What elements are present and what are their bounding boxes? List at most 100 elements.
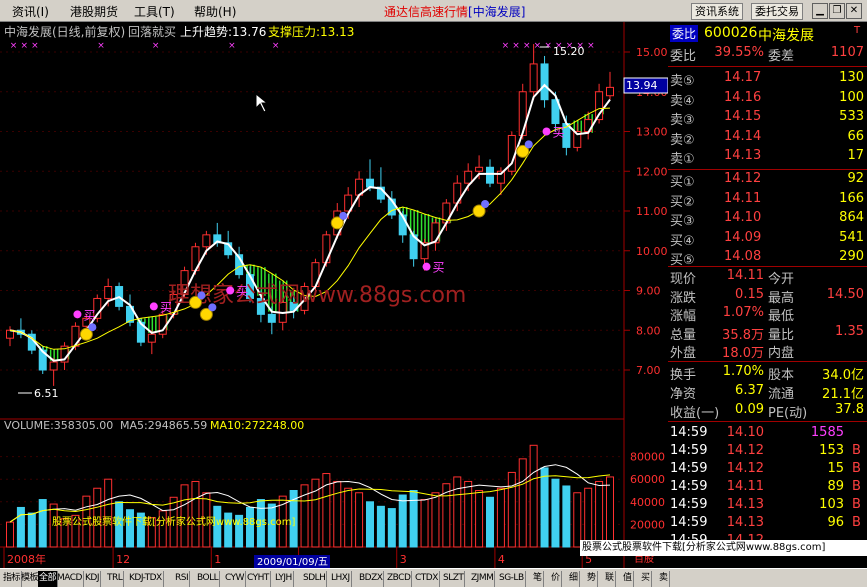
- bid-label: 买③: [670, 214, 695, 229]
- indicator-tab[interactable]: 全部: [38, 571, 59, 587]
- volume-bar: [27, 512, 36, 548]
- indicator-tab[interactable]: 笔: [532, 571, 544, 587]
- indicator-tab[interactable]: KDJ: [84, 571, 101, 587]
- volume-bar: [518, 458, 527, 548]
- bid-volume: 864: [839, 210, 864, 225]
- cursor-date: 2009/01/09/五: [257, 557, 328, 568]
- indicator-tab[interactable]: 值: [622, 571, 634, 587]
- price-tick-label: 15.00: [636, 46, 668, 59]
- date-label: 3: [400, 553, 407, 566]
- tick-volume: 1585: [810, 425, 844, 440]
- candle-body: [104, 286, 113, 299]
- indicator-tab[interactable]: ZBCD: [386, 571, 413, 587]
- indicator-tab[interactable]: BOLL: [196, 571, 221, 587]
- purple-dot-icon: [481, 200, 490, 208]
- price-tick-label: 10.00: [636, 245, 668, 258]
- indicator-tab[interactable]: KDJ-TDX: [128, 571, 164, 587]
- purple-dot-icon: [197, 291, 206, 300]
- indicator-tab[interactable]: TRL: [106, 571, 125, 587]
- indicator-tab[interactable]: LHXJ: [330, 571, 352, 587]
- indicator-tab[interactable]: RSI: [174, 571, 191, 587]
- indicator-tab[interactable]: SDLH: [302, 571, 328, 587]
- indicator-tab[interactable]: CYHT: [246, 571, 271, 587]
- trade-order-button[interactable]: 委托交易: [751, 3, 803, 20]
- tick-time: 14:59: [670, 497, 708, 512]
- formula-name: 回落就买: [128, 25, 176, 39]
- ask-label: 卖④: [670, 93, 695, 109]
- volume-bar: [387, 508, 396, 548]
- indicator-tab[interactable]: CTDX: [414, 571, 440, 587]
- news-system-button[interactable]: 资讯系统: [691, 3, 743, 20]
- ask-row: 卖④ 14.16 100: [668, 90, 867, 109]
- indicator-tab[interactable]: 卖: [658, 571, 670, 587]
- menu-info[interactable]: 资讯(I): [12, 3, 49, 20]
- bid-label: 买①: [670, 175, 695, 190]
- bid-price: 14.10: [724, 210, 762, 225]
- fundamental-row: 净资 6.37 流通 21.1亿: [668, 383, 867, 402]
- wc-value: 1107: [830, 45, 864, 60]
- tick-time: 14:59: [670, 515, 708, 530]
- volume-bar: [376, 505, 385, 548]
- indicator-tab[interactable]: 买: [640, 571, 652, 587]
- stock-name: 中海发展: [758, 28, 814, 44]
- indicator-tab[interactable]: ZJMM: [470, 571, 496, 587]
- ask-row: 卖⑤ 14.17 130: [668, 70, 867, 89]
- tick-row: 14:59 14.13 103 B: [668, 497, 867, 516]
- candle-body: [464, 170, 473, 184]
- ask-row: 卖③ 14.15 533: [668, 109, 867, 128]
- indicator-tab[interactable]: BDZX: [358, 571, 385, 587]
- indicator-tab[interactable]: SG-LB: [498, 571, 526, 587]
- candle-body: [540, 63, 549, 101]
- restore-icon[interactable]: ❐: [829, 3, 845, 19]
- volume-bar: [126, 509, 134, 548]
- indicator-tab[interactable]: 指标: [2, 571, 23, 587]
- stat-label-2: 最高: [768, 290, 795, 306]
- volume-bar: [486, 496, 494, 548]
- volume-tick-label: 80000: [630, 451, 665, 464]
- close-icon[interactable]: ✕: [846, 3, 862, 19]
- volume-bar: [496, 487, 505, 548]
- indicator-tab[interactable]: MACD: [56, 571, 84, 587]
- indicator-tab[interactable]: SLZT: [442, 571, 466, 587]
- kline-chart[interactable]: 中海发展(日线,前复权) 回落就买 上升趋势:13.76 支撑压力:13.13 …: [0, 22, 668, 568]
- buy-label: 买: [433, 261, 445, 275]
- minimize-icon[interactable]: ▁: [812, 3, 828, 19]
- tick-row: 14:59 14.12 15 B: [668, 461, 867, 480]
- stat-value: 1.07%: [722, 305, 764, 320]
- ask-price: 14.16: [724, 89, 762, 105]
- candle-body: [475, 166, 484, 172]
- stat-value: 0.15: [735, 286, 764, 302]
- tick-price: 14.13: [726, 515, 764, 530]
- stock-code: 600026: [704, 25, 758, 41]
- quote-header: 委比 600026 中海发展 T: [668, 25, 867, 44]
- bid-volume: 290: [839, 249, 864, 264]
- buy-label: 买: [236, 285, 248, 299]
- ask-label: 卖①: [670, 152, 695, 167]
- indicator-tab[interactable]: 价: [550, 571, 562, 587]
- signal-marker: ×: [10, 41, 18, 51]
- ma10-value: MA10:272248.00: [210, 419, 304, 432]
- menu-hk-futures[interactable]: 港股期货: [70, 3, 118, 20]
- indicator-tab[interactable]: LYJH: [274, 571, 294, 587]
- tick-time: 14:59: [670, 443, 708, 458]
- volume-bar: [420, 499, 429, 548]
- tick-price: 14.13: [726, 497, 764, 512]
- support-label: 支撑压力:13.13: [268, 24, 354, 39]
- bid-row: 买④ 14.09 541: [668, 230, 867, 249]
- fund-label: 净资: [670, 387, 697, 402]
- bid-price: 14.12: [724, 171, 762, 186]
- indicator-tab[interactable]: CYW: [224, 571, 247, 587]
- tick-side: B: [852, 443, 861, 458]
- tick-time: 14:59: [670, 461, 708, 476]
- site-banner[interactable]: 股票公式股票软件下载[分析家公式网www.88gs.com]: [580, 540, 867, 556]
- indicator-tab[interactable]: 模板: [20, 571, 41, 587]
- menu-tools[interactable]: 工具(T): [134, 3, 175, 20]
- volume-bar: [180, 484, 189, 548]
- indicator-tab[interactable]: 细: [568, 571, 580, 587]
- signal-marker: ×: [228, 41, 236, 51]
- buy-label: 买: [160, 300, 172, 314]
- indicator-tab[interactable]: 势: [586, 571, 598, 587]
- menu-help[interactable]: 帮助(H): [194, 3, 236, 20]
- indicator-tab[interactable]: 联: [604, 571, 616, 587]
- tick-side: B: [852, 479, 861, 494]
